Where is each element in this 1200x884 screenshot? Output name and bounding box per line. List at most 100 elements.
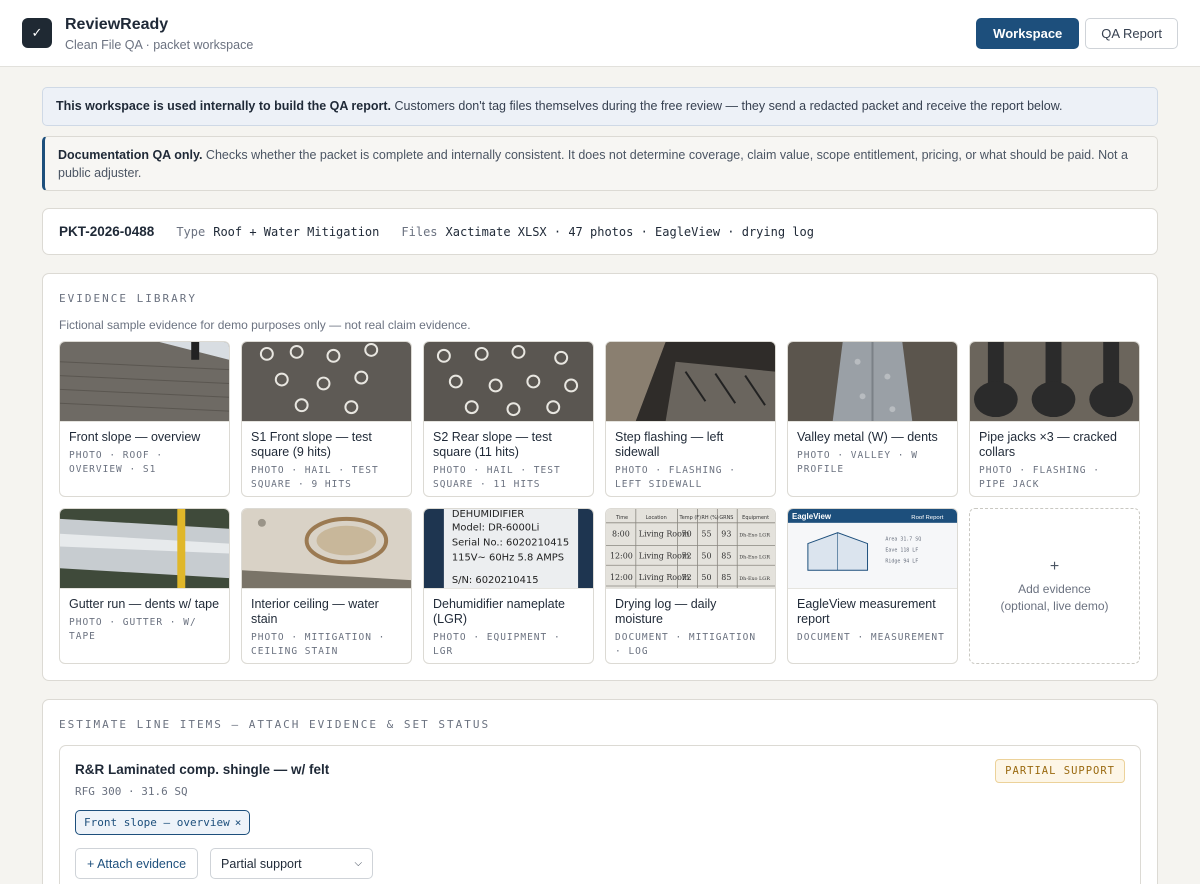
evidence-title: Pipe jacks ×3 — cracked collars (979, 430, 1117, 459)
evidence-card-drying-log[interactable]: Time Location Temp (F) RH (%) GRNS Equip… (605, 508, 776, 664)
log-cell: 85 (721, 551, 731, 560)
evidence-tags: PHOTO · FLASHING · PIPE JACK (979, 465, 1100, 490)
tab-qa-report[interactable]: QA Report (1085, 17, 1178, 49)
evidence-tags: PHOTO · HAIL · TEST SQUARE · 9 HITS (251, 465, 379, 490)
line-items-section-label: ESTIMATE LINE ITEMS — ATTACH EVIDENCE & … (59, 718, 491, 731)
chevron-down-icon: ⌵ (354, 858, 363, 869)
evidence-title: Valley metal (W) — dents (797, 430, 938, 444)
log-cell: 50 (701, 551, 711, 560)
log-cell: Dh-Exo LGR (739, 576, 770, 582)
evidence-thumb (242, 509, 411, 589)
nameplate-line: Model: DR-6000Li (452, 523, 540, 534)
internal-notice-bold: This workspace is used internally to bui… (56, 99, 392, 113)
evidence-card-dehumidifier[interactable]: DEHUMIDIFIER Model: DR-6000Li Serial No.… (423, 508, 594, 664)
status-badge: PARTIAL SUPPORT (995, 759, 1125, 783)
eagleview-brand: EagleView (792, 512, 832, 521)
attached-evidence-label: Front slope — overview (84, 816, 230, 829)
check-icon: ✓ (31, 25, 43, 40)
nameplate-line: DEHUMIDIFIER (452, 509, 525, 520)
nameplate-line: Serial No.: 6020210415 (452, 538, 569, 549)
add-evidence-button[interactable]: + Add evidence (optional, live demo) (969, 508, 1140, 664)
log-cell: 12:00 (610, 573, 633, 582)
line-item-title: R&R Laminated comp. shingle — w/ felt (75, 762, 330, 777)
internal-notice-text: Customers don't tag files themselves dur… (391, 99, 1063, 113)
scope-notice-bold: Documentation QA only. (58, 148, 203, 162)
nameplate-line: 115V~ 60Hz 5.8 AMPS (452, 552, 564, 563)
eagleview-stat: Ridge 94 LF (885, 558, 918, 564)
evidence-card-pipe-jacks[interactable]: Pipe jacks ×3 — cracked collars PHOTO · … (969, 341, 1140, 497)
evidence-tags: PHOTO · EQUIPMENT · LGR (433, 632, 561, 657)
evidence-tags: PHOTO · FLASHING · LEFT SIDEWALL (615, 465, 736, 490)
log-cell: 50 (701, 573, 711, 582)
evidence-card-ceiling-stain[interactable]: Interior ceiling — water stain PHOTO · M… (241, 508, 412, 664)
main-content: This workspace is used internally to bui… (0, 67, 1200, 884)
log-header: RH (%) (701, 515, 718, 521)
line-items-panel: ESTIMATE LINE ITEMS — ATTACH EVIDENCE & … (42, 699, 1158, 884)
tab-workspace[interactable]: Workspace (976, 17, 1080, 49)
scope-notice-text: Checks whether the packet is complete an… (58, 148, 1128, 180)
internal-notice: This workspace is used internally to bui… (42, 87, 1158, 126)
evidence-grid: Front slope — overview PHOTO · ROOF · OV… (59, 341, 1141, 664)
attach-evidence-button[interactable]: + Attach evidence (75, 848, 199, 879)
evidence-thumb: EagleView Roof Report Area 31.7 SQ Eave … (788, 509, 957, 589)
evidence-tags: DOCUMENT · MEASUREMENT (797, 632, 945, 643)
log-cell: 72 (682, 573, 692, 582)
evidence-title: Gutter run — dents w/ tape (69, 597, 220, 611)
evidence-card-valley-metal[interactable]: Valley metal (W) — dents PHOTO · VALLEY … (787, 341, 958, 497)
evidence-thumb (242, 342, 411, 422)
log-header: Temp (F) (679, 515, 702, 521)
log-cell: 55 (701, 530, 711, 539)
status-select[interactable]: Partial support ⌵ (210, 848, 374, 879)
evidence-thumb (60, 509, 229, 589)
close-icon[interactable]: × (235, 816, 242, 829)
evidence-card-step-flashing[interactable]: Step flashing — left sidewall PHOTO · FL… (605, 341, 776, 497)
evidence-thumb (60, 342, 229, 422)
nameplate-line: S/N: 6020210415 (452, 575, 539, 586)
log-header: Location (646, 515, 667, 521)
evidence-card-s1-test-square[interactable]: S1 Front slope — test square (9 hits) PH… (241, 341, 412, 497)
log-cell: 93 (721, 530, 731, 539)
evidence-tags: PHOTO · HAIL · TEST SQUARE · 11 HITS (433, 465, 561, 490)
evidence-tags: PHOTO · ROOF · OVERVIEW · S1 (69, 450, 164, 475)
log-cell: 12:00 (610, 551, 633, 560)
evidence-tags: PHOTO · MITIGATION · CEILING STAIN (251, 632, 386, 657)
evidence-title: Interior ceiling — water stain (251, 597, 379, 626)
evidence-title: S1 Front slope — test square (9 hits) (251, 430, 372, 459)
evidence-note: Fictional sample evidence for demo purpo… (59, 318, 471, 332)
evidence-title: S2 Rear slope — test square (11 hits) (433, 430, 552, 459)
evidence-card-gutter-run[interactable]: Gutter run — dents w/ tape PHOTO · GUTTE… (59, 508, 230, 664)
evidence-thumb: Time Location Temp (F) RH (%) GRNS Equip… (606, 509, 775, 589)
evidence-thumb: DEHUMIDIFIER Model: DR-6000Li Serial No.… (424, 509, 593, 589)
eagleview-doc-title: Roof Report (911, 515, 943, 521)
status-select-value: Partial support (221, 856, 302, 871)
line-item-card: R&R Laminated comp. shingle — w/ felt RF… (59, 745, 1141, 884)
log-cell: Dh-Exo LGR (739, 533, 770, 539)
evidence-thumb (424, 342, 593, 422)
log-cell: Dh-Exo LGR (739, 554, 770, 560)
evidence-title: Front slope — overview (69, 430, 201, 444)
evidence-card-front-slope[interactable]: Front slope — overview PHOTO · ROOF · OV… (59, 341, 230, 497)
packet-id: PKT-2026-0488 (59, 224, 155, 239)
evidence-tags: DOCUMENT · MITIGATION · LOG (615, 632, 757, 657)
log-header: Time (615, 515, 628, 521)
packet-files-value: Xactimate XLSX · 47 photos · EagleView ·… (445, 224, 814, 239)
evidence-thumb (606, 342, 775, 422)
scope-notice: Documentation QA only. Checks whether th… (42, 136, 1158, 191)
evidence-tags: PHOTO · VALLEY · W PROFILE (797, 450, 918, 475)
eagleview-stat: Area 31.7 SQ (885, 537, 921, 543)
evidence-title: EagleView measurement report (797, 597, 936, 626)
packet-files-label: Files (401, 224, 438, 239)
attached-evidence-chip[interactable]: Front slope — overview × (75, 810, 251, 835)
app-subtitle: Clean File QA · packet workspace (65, 37, 254, 52)
evidence-library: EVIDENCE LIBRARY Fictional sample eviden… (42, 273, 1158, 681)
log-header: Equipment (742, 515, 769, 521)
evidence-thumb (970, 342, 1139, 422)
packet-type-value: Roof + Water Mitigation (213, 224, 380, 239)
log-cell: 85 (721, 573, 731, 582)
evidence-title: Drying log — daily moisture (615, 597, 717, 626)
log-header: GRNS (719, 515, 733, 521)
plus-icon: + (1049, 557, 1060, 575)
evidence-card-eagleview[interactable]: EagleView Roof Report Area 31.7 SQ Eave … (787, 508, 958, 664)
packet-summary: PKT-2026-0488 Type Roof + Water Mitigati… (42, 208, 1158, 255)
evidence-card-s2-test-square[interactable]: S2 Rear slope — test square (11 hits) PH… (423, 341, 594, 497)
